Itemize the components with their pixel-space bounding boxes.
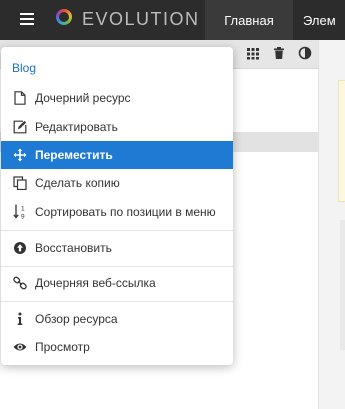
svg-text:9: 9 — [21, 214, 25, 221]
logo-icon — [56, 9, 72, 25]
file-icon — [13, 91, 27, 105]
menu-item-label: Просмотр — [35, 340, 90, 354]
context-menu: Blog Дочерний ресурс Редактировать Перем… — [1, 47, 233, 365]
menu-item-child-resource[interactable]: Дочерний ресурс — [1, 84, 233, 112]
menu-item-label: Обзор ресурса — [35, 312, 118, 326]
edit-icon — [13, 120, 27, 134]
menu-item-child-weblink[interactable]: Дочерняя веб-ссылка — [1, 269, 233, 297]
menu-item-copy[interactable]: Сделать копию — [1, 169, 233, 197]
menu-divider — [1, 230, 233, 231]
menu-item-label: Дочерняя веб-ссылка — [35, 276, 156, 290]
notice-box — [338, 80, 345, 202]
contrast-icon[interactable] — [298, 46, 312, 60]
trash-icon[interactable] — [272, 46, 286, 60]
menu-item-move[interactable]: Переместить — [1, 141, 233, 169]
menu-item-label: Восстановить — [35, 241, 112, 255]
menu-divider — [1, 301, 233, 302]
svg-text:1: 1 — [21, 206, 25, 213]
menu-item-sort-by-menu-position[interactable]: 1 9 Сортировать по позиции в меню — [1, 198, 233, 226]
menu-item-edit[interactable]: Редактировать — [1, 113, 233, 141]
menu-item-label: Сортировать по позиции в меню — [35, 205, 216, 219]
menu-item-label: Переместить — [35, 148, 113, 162]
context-menu-title[interactable]: Blog — [12, 61, 36, 75]
menu-item-label: Дочерний ресурс — [35, 91, 131, 105]
menu-item-restore[interactable]: Восстановить — [1, 234, 233, 262]
sort-numeric-icon: 1 9 — [13, 204, 27, 221]
hamburger-menu-icon[interactable] — [20, 13, 34, 26]
menu-item-preview[interactable]: Просмотр — [1, 333, 233, 361]
logo-text: EVOLUTION — [82, 9, 200, 29]
nav-home[interactable]: Главная — [205, 0, 293, 40]
copy-icon — [13, 176, 27, 190]
restore-icon — [13, 241, 27, 255]
content-strip — [340, 220, 345, 350]
eye-icon — [13, 340, 27, 354]
grid-icon[interactable] — [246, 46, 260, 60]
top-bar: EVOLUTION Главная Элем — [0, 0, 345, 40]
menu-item-resource-overview[interactable]: Обзор ресурса — [1, 305, 233, 333]
link-icon — [13, 276, 27, 290]
menu-item-label: Сделать копию — [35, 176, 120, 190]
nav-elements[interactable]: Элем — [303, 0, 336, 40]
menu-item-label: Редактировать — [35, 120, 118, 134]
move-icon — [13, 148, 27, 162]
info-icon — [13, 312, 27, 326]
menu-divider — [1, 266, 233, 267]
